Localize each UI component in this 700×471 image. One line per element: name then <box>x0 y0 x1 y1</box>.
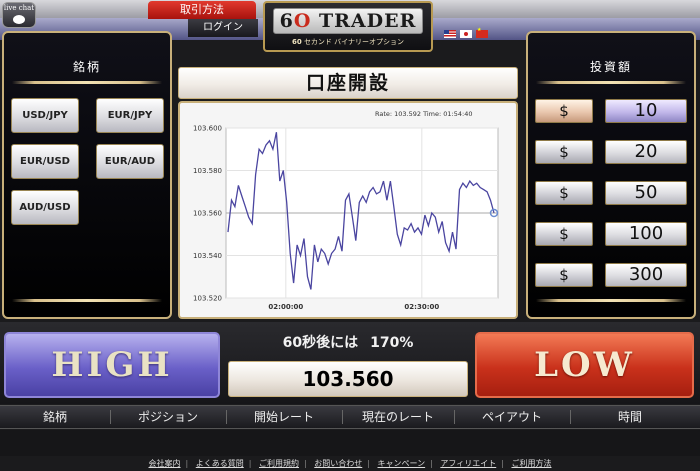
footer-link-faq[interactable]: よくある質問 <box>196 459 244 468</box>
logo[interactable]: 6O TRADER 60 セカンド バイナリーオプション <box>263 1 433 52</box>
live-chat-label: live chat <box>3 4 35 12</box>
footer-separator: | <box>185 459 189 468</box>
y-tick-label: 103.560 <box>193 210 222 218</box>
us-flag-icon[interactable] <box>444 29 456 38</box>
symbol-panel: 銘柄 USD/JPY EUR/JPY EUR/USD EUR/AUD AUD/U… <box>2 31 172 319</box>
chat-bubble-icon <box>13 15 25 24</box>
language-flags <box>444 23 492 38</box>
payout-text: 60秒後には <box>282 335 359 351</box>
footer-separator: | <box>430 459 433 468</box>
footer-link-contact[interactable]: お問い合わせ <box>314 459 362 468</box>
investment-panel: 投資額 $ 10 $ 20 $ 50 $ 100 $ 300 <box>526 31 696 319</box>
low-button[interactable]: LOW <box>475 332 694 398</box>
open-account-button[interactable]: 口座開設 <box>178 67 518 99</box>
pair-button-eurjpy[interactable]: EUR/JPY <box>96 98 164 133</box>
payout-percentage: 170% <box>370 335 414 351</box>
amount-button-100[interactable]: 100 <box>605 222 687 246</box>
symbol-panel-title: 銘柄 <box>72 60 101 74</box>
jp-flag-icon[interactable] <box>460 29 472 38</box>
footer-separator: | <box>367 459 370 468</box>
footer-link-campaign[interactable]: キャンペーン <box>378 459 426 468</box>
y-tick-label: 103.600 <box>193 125 222 133</box>
y-tick-label: 103.580 <box>193 167 222 175</box>
amount-button-10[interactable]: 10 <box>605 99 687 123</box>
amount-button-50[interactable]: 50 <box>605 181 687 205</box>
column-symbol: 銘柄 <box>42 410 67 424</box>
currency-button[interactable]: $ <box>535 140 593 164</box>
high-button[interactable]: HIGH <box>4 332 220 398</box>
footer-separator: | <box>501 459 504 468</box>
x-tick-label: 02:00:00 <box>268 303 303 311</box>
current-rate-display: 103.560 <box>228 361 468 397</box>
position-list <box>0 430 700 456</box>
currency-button[interactable]: $ <box>535 222 593 246</box>
footer-link-terms[interactable]: ご利用規約 <box>259 459 299 468</box>
howto-tab[interactable]: 取引方法 <box>148 1 256 19</box>
column-open-rate: 開始レート <box>253 410 314 424</box>
footer-link-company[interactable]: 会社案内 <box>149 459 181 468</box>
divider <box>12 299 162 302</box>
divider <box>536 81 686 84</box>
footer-link-usage[interactable]: ご利用方法 <box>511 459 551 468</box>
footer-separator: | <box>248 459 252 468</box>
column-time: 時間 <box>617 410 642 424</box>
footer-separator: | <box>304 459 307 468</box>
x-tick-label: 02:30:00 <box>404 303 439 311</box>
logo-tagline: 60 セカンド バイナリーオプション <box>291 38 405 46</box>
login-link[interactable]: ログイン <box>188 19 258 37</box>
y-tick-label: 103.540 <box>193 252 222 260</box>
logo-brand: 6O TRADER <box>273 8 423 34</box>
footer-link-affiliate[interactable]: アフィリエイト <box>440 459 496 468</box>
footer-links: 会社案内 | よくある質問 | ご利用規約 | お問い合わせ | キャンペーン | アフィ… <box>0 456 700 471</box>
payout-info: 60秒後には 170% <box>228 332 468 352</box>
currency-button[interactable]: $ <box>535 263 593 287</box>
price-chart: Rate: 103.592 Time: 01:54:40 103.600 103.… <box>178 101 518 319</box>
price-chart-svg: Rate: 103.592 Time: 01:54:40 103.600 103.… <box>193 110 499 311</box>
amount-button-300[interactable]: 300 <box>605 263 687 287</box>
column-position: ポジション <box>137 410 198 424</box>
investment-panel-title: 投資額 <box>589 60 632 74</box>
pair-button-usdjpy[interactable]: USD/JPY <box>11 98 79 133</box>
live-chat-button[interactable]: live chat <box>2 2 36 28</box>
divider <box>536 299 686 302</box>
pair-button-audusd[interactable]: AUD/USD <box>11 190 79 225</box>
amount-button-20[interactable]: 20 <box>605 140 687 164</box>
position-table-header: 銘柄 ポジション 開始レート 現在のレート ペイアウト 時間 <box>0 405 700 429</box>
y-tick-label: 103.520 <box>193 295 222 303</box>
pair-button-eurusd[interactable]: EUR/USD <box>11 144 79 179</box>
currency-button[interactable]: $ <box>535 181 593 205</box>
cn-flag-icon[interactable] <box>476 27 488 38</box>
rate-time-label: Rate: 103.592 Time: 01:54:40 <box>375 110 472 118</box>
divider <box>12 81 162 84</box>
column-payout: ペイアウト <box>481 410 542 424</box>
column-current-rate: 現在のレート <box>361 410 434 424</box>
currency-button[interactable]: $ <box>535 99 593 123</box>
pair-button-euraud[interactable]: EUR/AUD <box>96 144 164 179</box>
